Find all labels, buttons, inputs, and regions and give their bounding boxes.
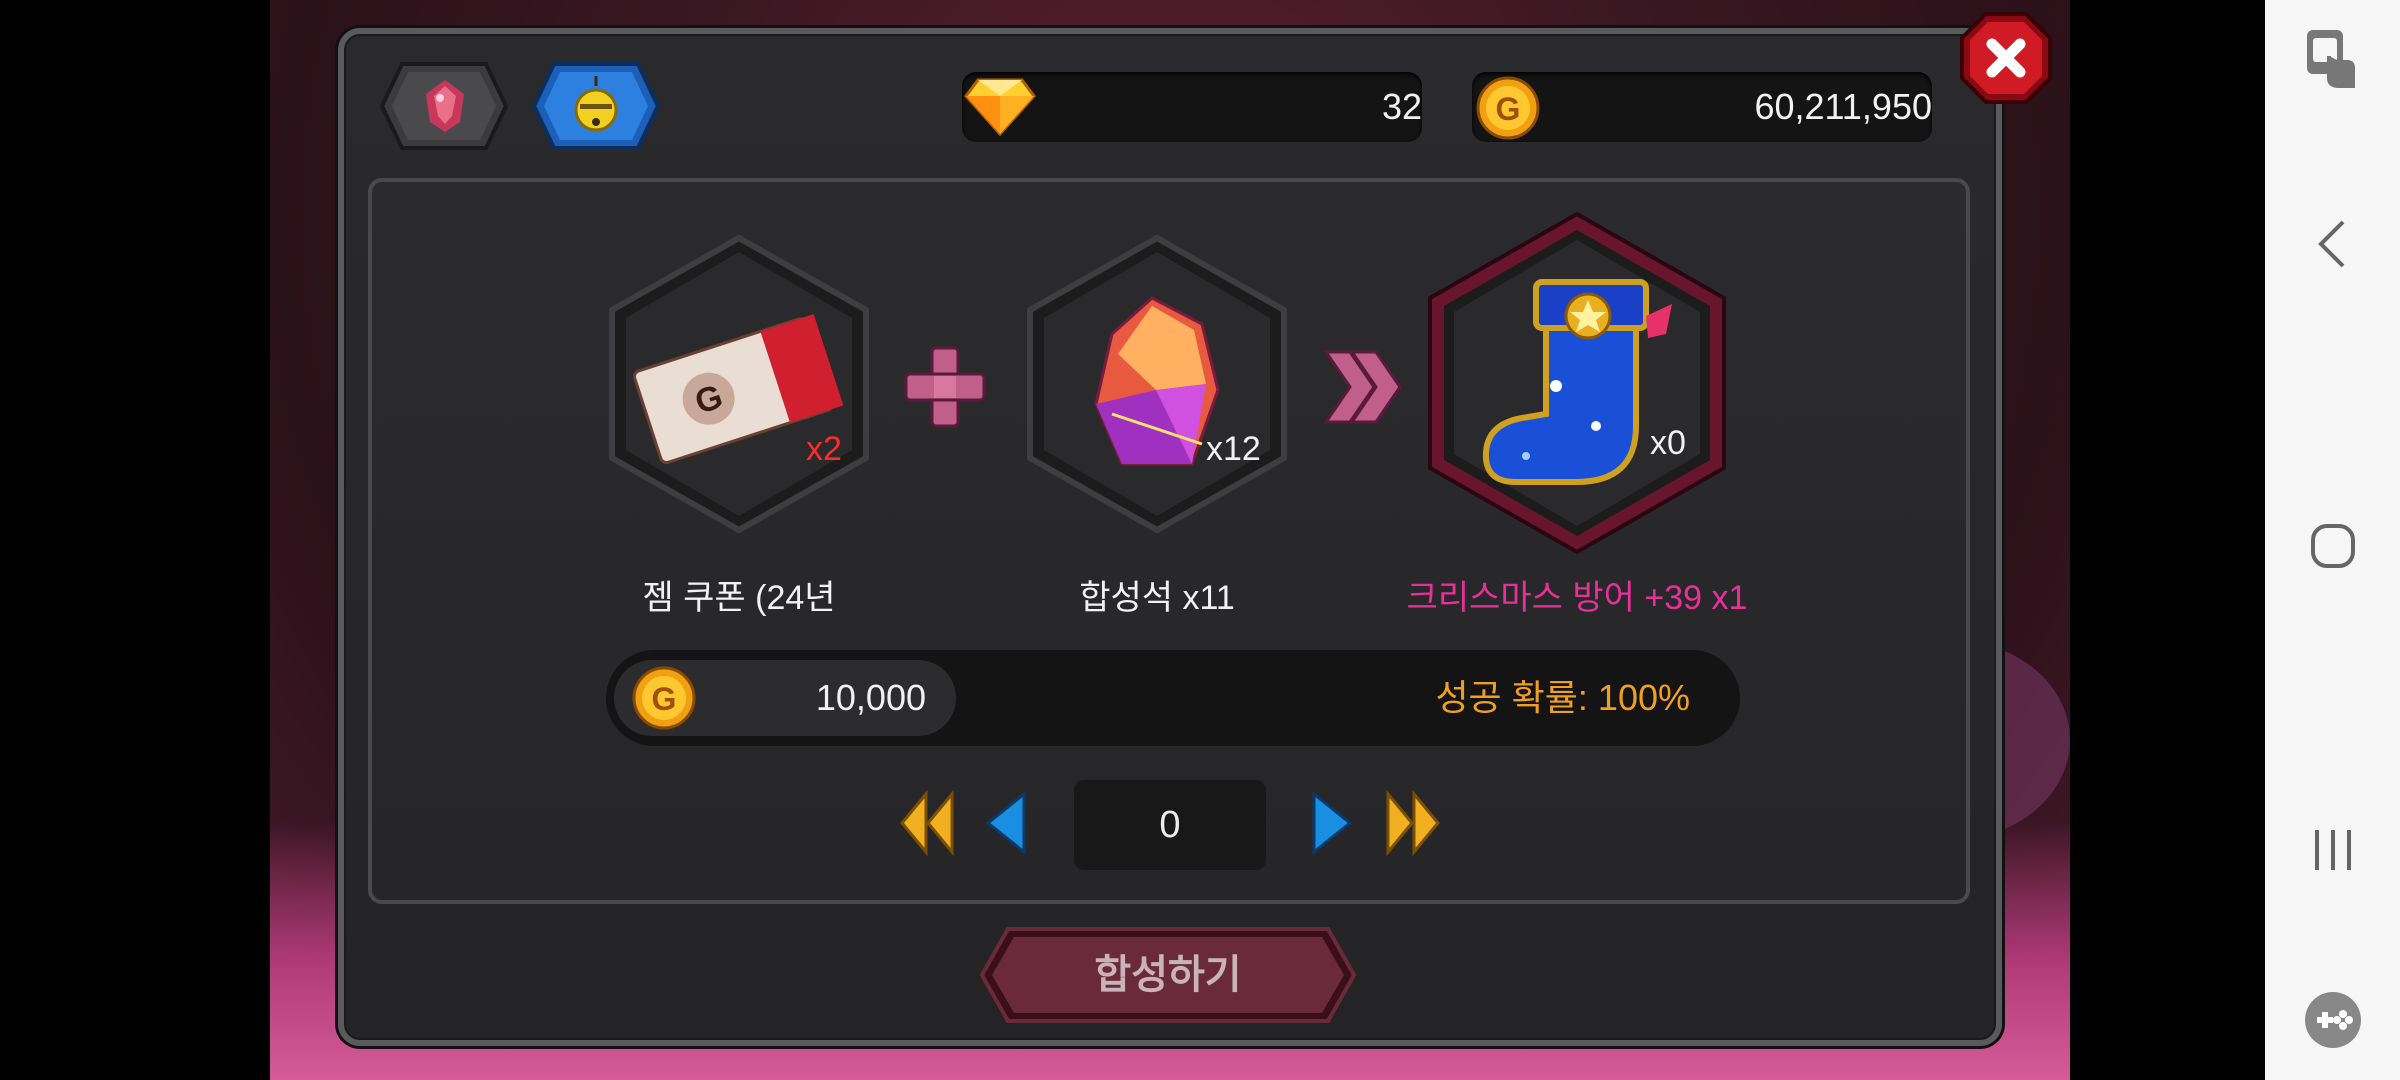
coupon-quantity: x2 <box>806 430 842 468</box>
stone-quantity: x12 <box>1206 430 1261 468</box>
gold-coin-icon: G <box>1476 76 1540 144</box>
increase-max-button[interactable] <box>1384 789 1440 860</box>
svg-text:G: G <box>1496 91 1521 127</box>
christmas-stocking-icon <box>1476 276 1676 500</box>
gem-balance-value: 32 <box>1381 86 1422 127</box>
close-button[interactable] <box>1958 10 2054 106</box>
back-icon[interactable] <box>2313 216 2353 276</box>
system-navigation-bar <box>2265 0 2400 1080</box>
recent-apps-icon[interactable] <box>2311 826 2355 878</box>
tab-gem[interactable] <box>378 60 510 152</box>
home-icon[interactable] <box>2309 522 2357 574</box>
ingredient-slot-coupon[interactable]: G x2 <box>604 234 874 534</box>
double-chevron-right-icon <box>1322 346 1404 432</box>
synthesize-button-label: 합성하기 <box>1094 952 1242 998</box>
result-quantity: x0 <box>1650 424 1686 462</box>
svg-text:G: G <box>652 681 677 717</box>
ruby-gem-icon <box>422 78 468 138</box>
decrease-button[interactable] <box>984 790 1028 860</box>
synthesize-button[interactable]: 합성하기 <box>978 925 1358 1025</box>
synthesis-cost: 10,000 <box>815 677 926 718</box>
bell-icon <box>572 74 620 138</box>
quantity-counter[interactable]: 0 <box>1074 780 1266 870</box>
gem-balance-bar: 32 <box>962 72 1422 142</box>
touch-lock-icon[interactable] <box>2301 26 2361 94</box>
tab-bell[interactable] <box>530 60 662 152</box>
result-slot[interactable]: x0 <box>1422 210 1732 556</box>
ingredient-label-coupon: 젬 쿠폰 (24년 <box>642 579 836 617</box>
plus-icon <box>904 346 986 432</box>
success-rate: 성공 확률: 100% <box>1435 677 1690 718</box>
decrease-max-button[interactable] <box>900 789 956 860</box>
increase-button[interactable] <box>1310 790 1354 860</box>
result-label: 크리스마스 방어 +39 x1 <box>1406 579 1748 617</box>
gold-coin-icon: G <box>632 666 696 734</box>
gold-balance-value: 60,211,950 <box>1754 86 1932 127</box>
ingredient-label-stone: 합성석 x11 <box>1079 579 1235 617</box>
close-icon <box>1982 34 2030 86</box>
gold-balance-bar: G 60,211,950 <box>1472 72 1932 142</box>
ingredient-slot-stone[interactable]: x12 <box>1022 234 1292 534</box>
diamond-icon <box>964 74 1036 142</box>
game-tools-icon[interactable] <box>2303 990 2363 1054</box>
